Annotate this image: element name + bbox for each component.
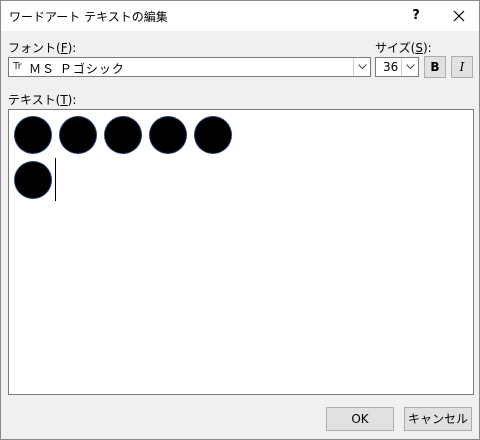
- size-select[interactable]: 36: [375, 57, 419, 77]
- chevron-down-icon: [406, 64, 415, 70]
- text-label: テキスト(T):: [8, 93, 77, 107]
- text-glyph: [15, 117, 51, 153]
- text-glyph: [15, 162, 51, 198]
- font-label: フォント(F):: [8, 41, 77, 55]
- bold-button[interactable]: B: [424, 56, 446, 78]
- dialog-title: ワードアート テキストの編集: [9, 10, 168, 24]
- text-caret: [55, 158, 56, 201]
- size-value: 36: [383, 60, 399, 74]
- help-button[interactable]: ?: [401, 1, 431, 31]
- font-dropdown-button[interactable]: [353, 58, 370, 76]
- text-input-area[interactable]: [8, 109, 474, 395]
- cancel-button[interactable]: キャンセル: [404, 407, 472, 431]
- wordart-edit-dialog: ワードアート テキストの編集 ? フォント(F): サイズ(S): Tr ＭＳ …: [0, 0, 480, 440]
- close-icon: [453, 10, 465, 22]
- font-select[interactable]: Tr ＭＳ Ｐゴシック: [8, 57, 371, 77]
- text-glyph: [60, 117, 96, 153]
- title-bar: ワードアート テキストの編集 ?: [1, 1, 479, 31]
- italic-button[interactable]: I: [451, 56, 473, 78]
- size-dropdown-button[interactable]: [401, 58, 418, 76]
- chevron-down-icon: [358, 64, 367, 70]
- text-glyph: [150, 117, 186, 153]
- font-value: ＭＳ Ｐゴシック: [29, 62, 125, 76]
- text-glyph: [195, 117, 231, 153]
- close-button[interactable]: [439, 1, 479, 31]
- ok-button[interactable]: OK: [326, 407, 394, 431]
- text-glyph: [105, 117, 141, 153]
- truetype-font-icon: Tr: [13, 61, 22, 72]
- size-label: サイズ(S):: [375, 41, 432, 55]
